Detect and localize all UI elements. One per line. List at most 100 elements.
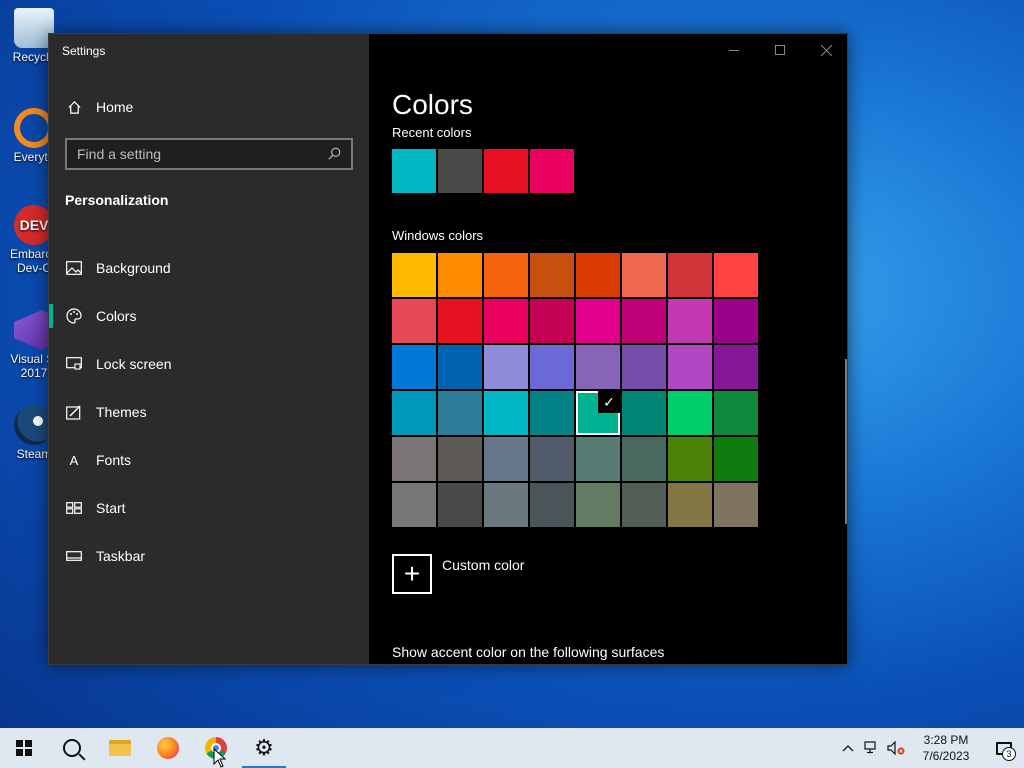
windows-color-swatch[interactable] (668, 253, 712, 297)
windows-color-swatch[interactable] (530, 345, 574, 389)
sidebar-item-fonts[interactable]: A Fonts (49, 436, 369, 484)
fonts-icon: A (69, 452, 79, 468)
windows-color-swatch[interactable] (530, 299, 574, 343)
windows-color-swatch[interactable] (714, 391, 758, 435)
windows-color-swatch[interactable] (714, 299, 758, 343)
windows-color-swatch[interactable] (530, 437, 574, 481)
windows-color-swatch[interactable] (622, 391, 666, 435)
windows-color-swatch[interactable] (484, 345, 528, 389)
windows-color-swatch[interactable] (576, 299, 620, 343)
windows-color-swatch[interactable] (622, 483, 666, 527)
windows-color-swatch[interactable] (622, 437, 666, 481)
windows-color-swatch[interactable] (668, 299, 712, 343)
recent-color-swatch[interactable] (392, 149, 436, 193)
custom-color-button[interactable]: + Custom color (392, 554, 524, 594)
sidebar-item-background[interactable]: Background (49, 244, 369, 292)
chevron-up-icon[interactable] (836, 728, 860, 768)
windows-color-swatch[interactable] (668, 345, 712, 389)
windows-color-swatch[interactable] (484, 253, 528, 297)
windows-color-swatch[interactable] (530, 483, 574, 527)
window-controls (711, 34, 847, 66)
windows-color-swatch[interactable] (668, 483, 712, 527)
windows-color-swatch[interactable] (714, 483, 758, 527)
windows-color-swatch[interactable] (668, 437, 712, 481)
windows-color-swatch[interactable] (392, 299, 436, 343)
file-explorer-button[interactable] (96, 728, 144, 768)
windows-color-swatch[interactable] (622, 299, 666, 343)
volume-muted-icon[interactable] (884, 728, 908, 768)
close-icon (820, 44, 832, 56)
system-tray: 3:28 PM 7/6/2023 3 (836, 728, 1024, 768)
network-icon[interactable] (860, 728, 884, 768)
window-title: Settings (62, 44, 106, 58)
windows-color-swatch[interactable] (622, 253, 666, 297)
recent-color-swatch[interactable] (530, 149, 574, 193)
settings-window: Settings Home Personalization Background (48, 33, 848, 665)
clock[interactable]: 3:28 PM 7/6/2023 (908, 732, 984, 764)
taskbar: ⚙ 3:28 PM 7/6/2023 3 (0, 728, 1024, 768)
windows-color-swatch[interactable] (622, 345, 666, 389)
search-button[interactable] (48, 728, 96, 768)
search-icon[interactable] (327, 147, 341, 161)
recent-colors-label: Recent colors (392, 125, 472, 140)
action-center-button[interactable]: 3 (984, 728, 1024, 768)
firefox-icon (157, 737, 179, 759)
start-button[interactable] (0, 728, 48, 768)
maximize-icon (775, 45, 785, 55)
maximize-button[interactable] (757, 34, 803, 66)
windows-color-swatch[interactable] (714, 253, 758, 297)
sidebar-item-label: Lock screen (96, 356, 172, 372)
windows-color-swatch-selected[interactable]: ✓ (576, 391, 620, 435)
firefox-button[interactable] (144, 728, 192, 768)
windows-color-swatch[interactable] (530, 391, 574, 435)
windows-color-swatch[interactable] (576, 437, 620, 481)
sidebar-item-label: Background (96, 260, 171, 276)
windows-color-swatch[interactable] (484, 483, 528, 527)
windows-color-swatch[interactable] (714, 345, 758, 389)
sidebar-item-label: Start (96, 500, 126, 516)
notification-badge: 3 (1002, 747, 1016, 761)
windows-color-swatch[interactable] (714, 437, 758, 481)
windows-color-swatch[interactable] (392, 253, 436, 297)
settings-taskbar-button[interactable]: ⚙ (240, 728, 288, 768)
sidebar-item-lock-screen[interactable]: Lock screen (49, 340, 369, 388)
sidebar-item-start[interactable]: Start (49, 484, 369, 532)
search-box[interactable] (65, 138, 353, 170)
close-button[interactable] (803, 34, 847, 66)
windows-color-swatch[interactable] (576, 253, 620, 297)
sidebar-item-taskbar[interactable]: Taskbar (49, 532, 369, 580)
mouse-cursor-icon (213, 748, 227, 768)
windows-color-swatch[interactable] (392, 345, 436, 389)
windows-color-swatch[interactable] (438, 483, 482, 527)
sidebar-item-themes[interactable]: Themes (49, 388, 369, 436)
windows-color-swatch[interactable] (438, 345, 482, 389)
minimize-button[interactable] (711, 34, 757, 66)
nav-home[interactable]: Home (49, 92, 369, 122)
windows-color-swatch[interactable] (392, 483, 436, 527)
minimize-icon (729, 49, 739, 51)
windows-color-swatch[interactable] (438, 253, 482, 297)
windows-color-swatch[interactable] (438, 299, 482, 343)
windows-color-swatch[interactable] (576, 345, 620, 389)
windows-color-swatch[interactable] (530, 253, 574, 297)
windows-color-swatch[interactable] (484, 437, 528, 481)
windows-color-swatch[interactable] (438, 391, 482, 435)
windows-color-swatch[interactable] (484, 299, 528, 343)
scrollbar[interactable] (845, 359, 847, 524)
windows-color-swatch[interactable] (484, 391, 528, 435)
windows-color-swatch[interactable] (438, 437, 482, 481)
windows-color-swatch[interactable] (392, 391, 436, 435)
palette-icon (66, 308, 82, 324)
custom-color-label: Custom color (442, 557, 525, 573)
search-input[interactable] (77, 146, 327, 162)
image-icon (66, 260, 82, 276)
recent-color-swatch[interactable] (484, 149, 528, 193)
windows-color-swatch[interactable] (392, 437, 436, 481)
sidebar-item-colors[interactable]: Colors (49, 292, 369, 340)
start-icon (66, 500, 82, 516)
windows-logo-icon (16, 740, 32, 756)
windows-color-swatch[interactable] (668, 391, 712, 435)
recent-color-swatch[interactable] (438, 149, 482, 193)
gear-icon: ⚙ (254, 735, 274, 760)
windows-color-swatch[interactable] (576, 483, 620, 527)
